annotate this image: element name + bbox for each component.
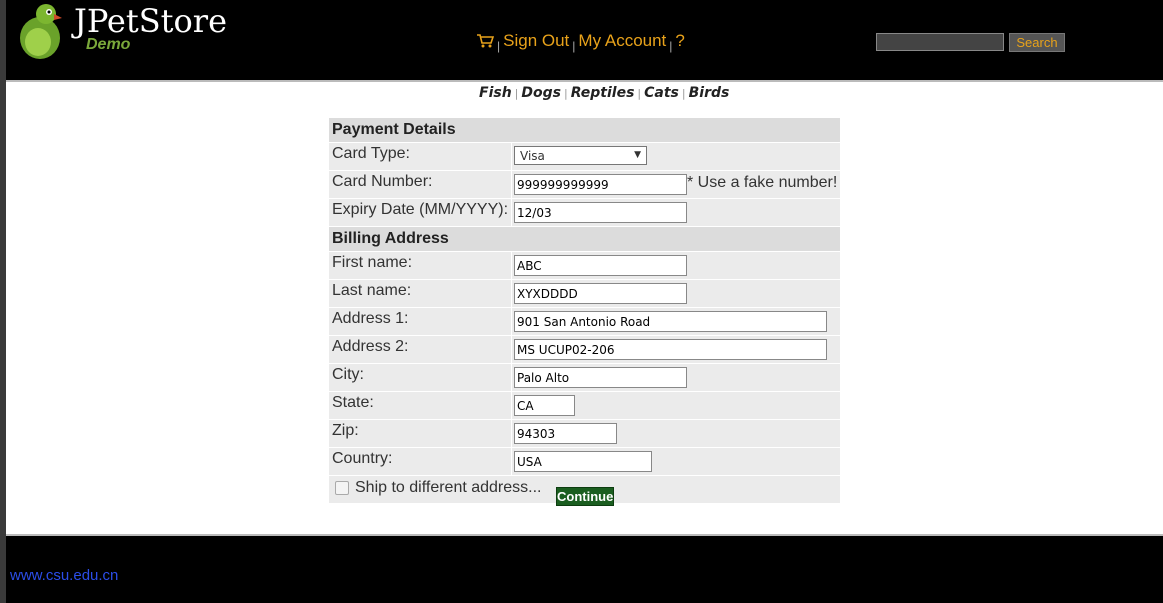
first-name-field[interactable] xyxy=(514,255,687,276)
card-number-field[interactable] xyxy=(514,174,687,195)
state-label: State: xyxy=(332,394,374,411)
payment-details-header: Payment Details xyxy=(329,118,840,142)
category-quicklinks: Fish | Dogs | Reptiles | Cats | Birds xyxy=(479,85,729,101)
section-title: Billing Address xyxy=(332,230,449,247)
menu-separator: | xyxy=(497,39,501,53)
last-name-row: Last name: xyxy=(329,279,840,307)
city-field[interactable] xyxy=(514,367,687,388)
section-title: Payment Details xyxy=(332,121,456,138)
column-divider xyxy=(511,420,512,447)
header-menu: | Sign Out | My Account |? xyxy=(476,31,685,53)
quicklink-separator: | xyxy=(514,87,519,100)
address1-label: Address 1: xyxy=(332,310,409,327)
quicklink-dogs[interactable]: Dogs xyxy=(521,85,561,101)
address2-field[interactable] xyxy=(514,339,827,360)
zip-row: Zip: xyxy=(329,419,840,447)
quicklink-reptiles[interactable]: Reptiles xyxy=(571,85,635,101)
expiry-field[interactable] xyxy=(514,202,687,223)
card-type-label: Card Type: xyxy=(332,145,410,162)
menu-separator: | xyxy=(669,39,673,53)
column-divider xyxy=(511,199,512,226)
column-divider xyxy=(511,308,512,335)
card-number-hint: * Use a fake number! xyxy=(687,174,838,191)
column-divider xyxy=(511,448,512,475)
card-number-row: Card Number: * Use a fake number! xyxy=(329,170,840,198)
first-name-row: First name: xyxy=(329,251,840,279)
sign-out-link[interactable]: Sign Out xyxy=(503,31,569,50)
address1-row: Address 1: xyxy=(329,307,840,335)
dropdown-arrow-icon: ▼ xyxy=(634,150,641,160)
card-type-row: Card Type: Visa ▼ xyxy=(329,142,840,170)
last-name-label: Last name: xyxy=(332,282,412,299)
country-field[interactable] xyxy=(514,451,652,472)
card-type-value: Visa xyxy=(520,149,545,163)
card-number-label: Card Number: xyxy=(332,173,433,190)
help-link[interactable]: ? xyxy=(675,31,684,50)
quicklink-separator: | xyxy=(681,87,686,100)
column-divider xyxy=(511,280,512,307)
header: JPetStore Demo | Sign Out | My Account |? Se… xyxy=(6,0,1163,80)
payment-form: Payment Details Card Type: Visa ▼ Card N… xyxy=(329,118,840,503)
parrot-logo-icon[interactable] xyxy=(16,2,64,60)
zip-field[interactable] xyxy=(514,423,617,444)
ship-different-checkbox[interactable] xyxy=(335,481,349,495)
column-divider xyxy=(511,143,512,170)
expiry-row: Expiry Date (MM/YYYY): xyxy=(329,198,840,226)
quicklink-separator: | xyxy=(637,87,642,100)
expiry-label: Expiry Date (MM/YYYY): xyxy=(332,201,509,218)
footer: www.csu.edu.cn xyxy=(6,536,1163,603)
search-button[interactable]: Search xyxy=(1009,33,1065,52)
city-label: City: xyxy=(332,366,364,383)
state-field[interactable] xyxy=(514,395,575,416)
last-name-field[interactable] xyxy=(514,283,687,304)
zip-label: Zip: xyxy=(332,422,359,439)
continue-button[interactable]: Continue xyxy=(556,487,614,506)
search-input[interactable] xyxy=(876,33,1004,51)
address2-label: Address 2: xyxy=(332,338,409,355)
city-row: City: xyxy=(329,363,840,391)
ship-different-label[interactable]: Ship to different address... xyxy=(355,479,541,497)
country-label: Country: xyxy=(332,450,393,467)
state-row: State: xyxy=(329,391,840,419)
address1-field[interactable] xyxy=(514,311,827,332)
quicklink-fish[interactable]: Fish xyxy=(479,85,512,101)
cart-icon[interactable] xyxy=(476,33,494,48)
quicklink-birds[interactable]: Birds xyxy=(689,85,730,101)
main-content: Fish | Dogs | Reptiles | Cats | Birds Payment De… xyxy=(6,82,1163,534)
card-type-select[interactable]: Visa ▼ xyxy=(514,146,647,165)
country-row: Country: xyxy=(329,447,840,475)
billing-address-header: Billing Address xyxy=(329,226,840,251)
column-divider xyxy=(511,252,512,279)
my-account-link[interactable]: My Account xyxy=(578,31,666,50)
brand-title: JPetStore xyxy=(74,2,227,40)
quicklink-cats[interactable]: Cats xyxy=(644,85,679,101)
menu-separator: | xyxy=(572,39,576,53)
brand-subtitle: Demo xyxy=(86,36,131,53)
column-divider xyxy=(511,171,512,198)
first-name-label: First name: xyxy=(332,254,413,271)
footer-link[interactable]: www.csu.edu.cn xyxy=(10,567,118,584)
column-divider xyxy=(511,336,512,363)
column-divider xyxy=(511,392,512,419)
address2-row: Address 2: xyxy=(329,335,840,363)
quicklink-separator: | xyxy=(563,87,568,100)
column-divider xyxy=(511,364,512,391)
